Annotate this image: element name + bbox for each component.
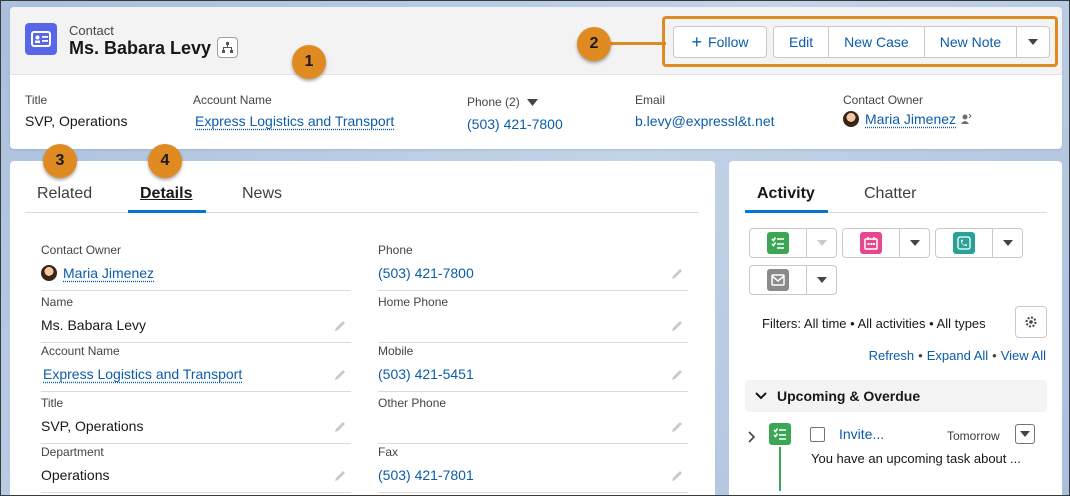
field-phone: Phone (503) 421-7800 [378,243,688,291]
phone-link[interactable]: (503) 421-7800 [467,116,563,132]
activity-task-item: Invite... Tomorrow You have an upcoming … [745,423,1047,493]
field-other-phone: Other Phone [378,396,688,444]
refresh-link[interactable]: Refresh [869,348,915,363]
activity-panel: Activity Chatter Filters: All time • All… [729,161,1062,496]
fax-link[interactable]: (503) 421-7801 [378,467,474,483]
record-type-label: Contact [69,23,114,38]
callout-4: 4 [148,144,182,178]
account-link[interactable]: Express Logistics and Transport [195,113,394,129]
email-publisher [749,265,837,295]
chevron-down-icon [1003,240,1013,246]
timeline-line [779,447,781,491]
callout-connector [606,42,666,45]
chevron-right-icon[interactable] [748,431,756,443]
task-due-date: Tomorrow [947,429,1000,443]
active-tab-indicator [128,210,206,213]
tab-chatter[interactable]: Chatter [864,185,916,203]
new-event-button[interactable] [842,228,900,258]
tab-related[interactable]: Related [37,185,92,213]
edit-pencil-icon[interactable] [333,420,347,434]
mobile-link[interactable]: (503) 421-5451 [378,366,474,382]
record-name: Ms. Babara Levy [69,38,211,59]
log-call-button[interactable] [935,228,993,258]
tab-news[interactable]: News [242,185,282,213]
phone-link[interactable]: (503) 421-7800 [378,265,474,281]
field-contact-owner: Contact Owner Maria Jimenez [41,243,351,291]
field-account-name: Account Name Express Logistics and Trans… [41,344,351,392]
field-mobile: Mobile (503) 421-5451 [378,344,688,392]
active-tab-indicator [745,210,828,213]
call-options-button[interactable] [993,228,1023,258]
task-title-link[interactable]: Invite... [839,426,884,442]
chevron-down-icon[interactable] [527,99,538,106]
chevron-down-icon [755,392,767,400]
phone-icon [953,232,975,254]
account-link[interactable]: Express Logistics and Transport [43,366,242,382]
send-email-button[interactable] [749,265,807,295]
callout-2: 2 [577,27,611,61]
change-owner-icon[interactable] [960,113,972,125]
owner-link[interactable]: Maria Jimenez [865,111,956,127]
new-task-button[interactable] [749,228,807,258]
activity-links: Refresh • Expand All • View All [869,348,1046,363]
task-menu-button[interactable] [1015,424,1035,444]
activity-filters-text: Filters: All time • All activities • All… [762,316,986,331]
edit-pencil-icon[interactable] [670,319,684,333]
field-name: Name Ms. Babara Levy [41,295,351,343]
callout-3: 3 [43,144,77,178]
email-field: Email b.levy@expressl&t.net [635,93,775,129]
new-event-publisher [842,228,930,258]
avatar [41,265,57,281]
field-home-phone: Home Phone [378,295,688,343]
edit-pencil-icon[interactable] [333,469,347,483]
record-header: Contact Ms. Babara Levy + Follow Edit Ne… [10,7,1062,149]
edit-pencil-icon[interactable] [670,420,684,434]
email-options-button[interactable] [807,265,837,295]
chevron-down-icon [817,277,827,283]
event-options-button[interactable] [900,228,930,258]
edit-pencil-icon[interactable] [670,469,684,483]
expand-all-link[interactable]: Expand All [927,348,988,363]
chevron-down-icon [910,240,920,246]
gear-icon [1024,315,1038,329]
callout-1: 1 [292,45,326,79]
hierarchy-button[interactable] [217,37,238,58]
email-icon [767,269,789,291]
task-description: You have an upcoming task about ... [811,451,1021,466]
phone-field: Phone (2) (503) 421-7800 [467,93,563,132]
edit-pencil-icon[interactable] [670,267,684,281]
task-icon [769,423,791,445]
details-tabs: Related Details News [25,173,699,213]
field-title: Title SVP, Operations [41,396,351,444]
chevron-down-icon [1020,431,1030,437]
task-options-button[interactable] [807,228,837,258]
actions-highlight-box [662,16,1058,67]
title-field: Title SVP, Operations [25,93,127,129]
account-field: Account Name Express Logistics and Trans… [193,93,394,129]
chevron-down-icon [817,240,827,246]
contact-icon [25,23,57,55]
task-icon [767,232,789,254]
tab-activity[interactable]: Activity [757,185,815,203]
filter-settings-button[interactable] [1015,306,1047,338]
activity-tabs: Activity Chatter [745,173,1047,213]
edit-pencil-icon[interactable] [670,368,684,382]
calendar-icon [860,232,882,254]
email-link[interactable]: b.levy@expressl&t.net [635,113,775,129]
tab-details[interactable]: Details [140,185,192,213]
owner-link[interactable]: Maria Jimenez [63,265,154,281]
avatar [843,111,859,127]
edit-pencil-icon[interactable] [333,319,347,333]
view-all-link[interactable]: View All [1001,348,1046,363]
log-call-publisher [935,228,1023,258]
new-task-publisher [749,228,837,258]
task-checkbox[interactable] [810,427,825,442]
field-department: Department Operations [41,445,351,493]
details-panel: Related Details News Contact Owner Maria… [10,161,715,496]
hierarchy-icon [222,42,233,53]
upcoming-overdue-section[interactable]: Upcoming & Overdue [745,380,1047,412]
field-fax: Fax (503) 421-7801 [378,445,688,493]
edit-pencil-icon[interactable] [333,368,347,382]
owner-field: Contact Owner Maria Jimenez [843,93,972,127]
